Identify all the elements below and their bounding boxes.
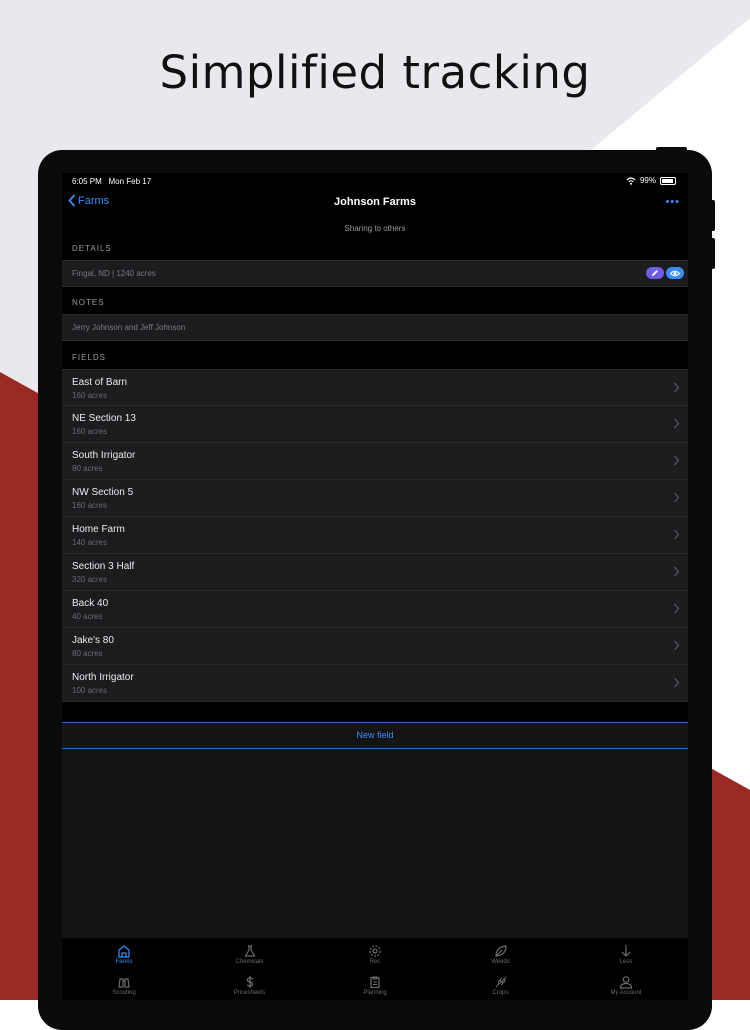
field-row[interactable]: Home Farm 140 acres — [62, 517, 688, 554]
tab-rec[interactable]: Rec — [340, 944, 410, 965]
chevron-right-icon — [674, 382, 680, 393]
details-header: DETAILS — [72, 244, 112, 253]
field-row[interactable]: North Irrigator 100 acres — [62, 665, 688, 702]
tab-my-account[interactable]: My Account — [591, 975, 661, 996]
field-acres: 160 acres — [72, 501, 108, 510]
field-acres: 320 acres — [72, 575, 108, 584]
chevron-right-icon — [674, 566, 680, 577]
fields-header: FIELDS — [72, 353, 107, 362]
leaf-icon — [494, 945, 507, 957]
chevron-right-icon — [674, 492, 680, 503]
field-name: NW Section 5 — [72, 487, 134, 498]
tab-label: Rec — [369, 959, 381, 965]
field-name: Section 3 Half — [72, 561, 135, 572]
field-name: North Irrigator — [72, 672, 134, 683]
field-row[interactable]: East of Barn 160 acres — [62, 369, 688, 406]
battery-icon — [660, 176, 676, 185]
flask-icon — [243, 945, 256, 957]
field-acres: 80 acres — [72, 649, 103, 658]
farm-icon — [118, 945, 130, 958]
tab-label: My Account — [610, 990, 642, 996]
field-row[interactable]: NE Section 13 160 acres — [62, 406, 688, 443]
wheat-icon — [495, 976, 506, 988]
tab-label: Pricesheets — [233, 990, 266, 996]
field-name: Back 40 — [72, 598, 109, 609]
sharing-status: Sharing to others — [344, 224, 406, 233]
headline: Simplified tracking — [159, 46, 591, 99]
field-row[interactable]: South Irrigator 80 acres — [62, 443, 688, 480]
tab-pricesheets[interactable]: Pricesheets — [215, 975, 285, 996]
chevron-right-icon — [674, 677, 680, 688]
tab-label: Less — [619, 959, 633, 965]
tab-scouting[interactable]: Scouting — [89, 975, 159, 996]
empty-area — [62, 749, 688, 939]
app-screen: 6:05 PM Mon Feb 17 99% Farms Johnson Far… — [62, 173, 688, 1000]
status-bar: 6:05 PM Mon Feb 17 99% — [62, 173, 688, 189]
gear-icon — [369, 945, 381, 957]
clipboard-icon — [370, 976, 380, 989]
tab-crops[interactable]: Crops — [466, 975, 536, 996]
page-title: Johnson Farms — [334, 196, 416, 208]
field-name: South Irrigator — [72, 450, 136, 461]
notes-header: NOTES — [72, 298, 105, 307]
chevron-right-icon — [674, 603, 680, 614]
person-icon — [619, 976, 633, 989]
tab-less[interactable]: Less — [591, 944, 661, 965]
pencil-icon — [652, 270, 658, 276]
tab-weeds[interactable]: Weeds — [466, 944, 536, 965]
field-row[interactable]: Section 3 Half 320 acres — [62, 554, 688, 591]
chevron-right-icon — [674, 529, 680, 540]
eye-icon — [670, 270, 680, 276]
details-row: Fingal, ND | 1240 acres — [62, 260, 688, 287]
chevron-right-icon — [674, 640, 680, 651]
tab-label: Chemicals — [235, 959, 264, 965]
tab-label: Planning — [363, 990, 387, 996]
field-name: Home Farm — [72, 524, 125, 535]
chevron-right-icon — [674, 455, 680, 466]
field-acres: 160 acres — [72, 391, 108, 400]
wifi-icon — [626, 176, 636, 185]
edit-button[interactable] — [646, 267, 664, 279]
field-name: East of Barn — [72, 377, 128, 388]
chevron-right-icon — [674, 418, 680, 429]
new-field-button[interactable]: New field — [62, 722, 688, 749]
binoculars-icon — [118, 978, 130, 988]
fields-list: East of Barn 160 acres NE Section 13 160 ac… — [62, 369, 688, 702]
more-options-button[interactable]: ••• — [665, 196, 680, 208]
field-row[interactable]: NW Section 5 160 acres — [62, 480, 688, 517]
field-name: NE Section 13 — [72, 413, 136, 424]
tab-bar: Farms Chemicals Rec Weeds Less Scouting Prices… — [62, 938, 688, 1000]
notes-row[interactable]: Jerry Johnson and Jeff Johnson — [62, 314, 688, 341]
nav-bar: Farms Johnson Farms ••• — [62, 189, 688, 217]
tab-label: Crops — [492, 990, 509, 996]
field-name: Jake's 80 — [72, 635, 114, 646]
field-acres: 100 acres — [72, 686, 108, 695]
field-row[interactable]: Back 40 40 acres — [62, 591, 688, 628]
tab-label: Farms — [115, 959, 133, 965]
notes-value: Jerry Johnson and Jeff Johnson — [72, 323, 186, 332]
tab-farms[interactable]: Farms — [89, 944, 159, 965]
field-row[interactable]: Jake's 80 80 acres — [62, 628, 688, 665]
details-value: Fingal, ND | 1240 acres — [72, 269, 156, 278]
field-acres: 80 acres — [72, 464, 103, 473]
dollar-icon — [246, 976, 253, 988]
tab-label: Scouting — [112, 990, 136, 996]
battery-percent: 99% — [639, 176, 656, 185]
view-button[interactable] — [666, 267, 684, 279]
field-acres: 160 acres — [72, 427, 108, 436]
field-acres: 40 acres — [72, 612, 103, 621]
arrow-down-icon — [621, 945, 631, 957]
field-acres: 140 acres — [72, 538, 108, 547]
status-time: 6:05 PM Mon Feb 17 — [72, 177, 152, 186]
tab-chemicals[interactable]: Chemicals — [215, 944, 285, 965]
tab-label: Weeds — [491, 959, 510, 965]
tab-planning[interactable]: Planning — [340, 975, 410, 996]
